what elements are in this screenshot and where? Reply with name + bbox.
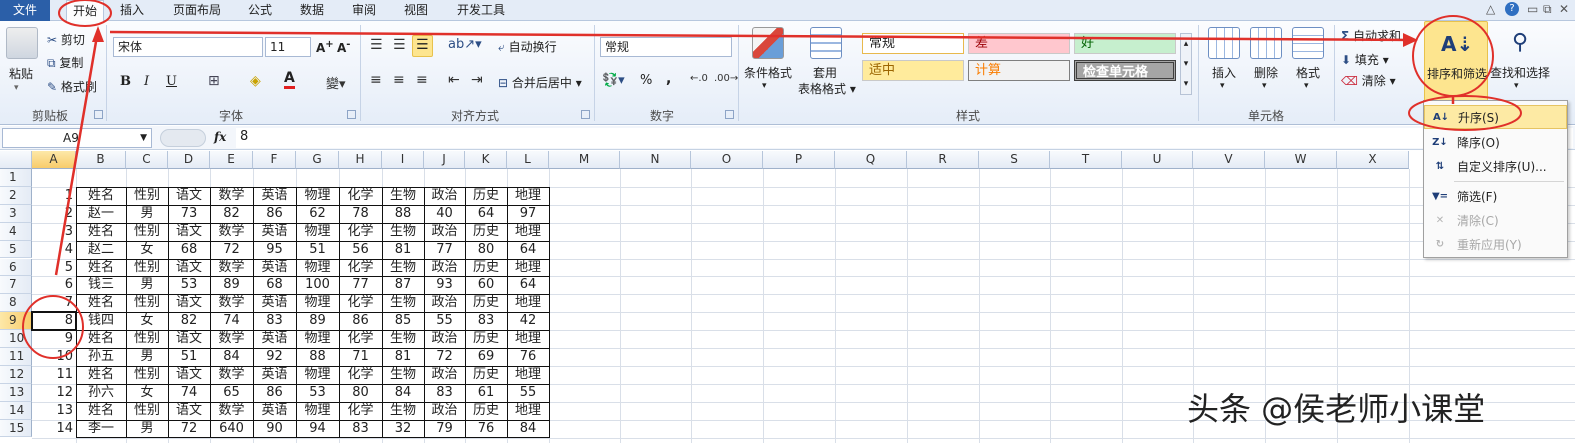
annotation-arrowhead <box>92 26 104 42</box>
annotation-circle-ascending <box>1408 95 1522 131</box>
annotation-arrow-to-sort <box>109 30 1411 42</box>
annotation-circle-home-tab <box>58 0 112 27</box>
annotation-circle-cell-a9 <box>22 295 84 359</box>
annotation-overlay <box>22 0 1522 359</box>
excel-window: 文件 开始 插入 页面布局 公式 数据 审阅 视图 开发工具 △ ? ▭ ⧉ ✕… <box>0 0 1575 443</box>
annotation-arrowhead <box>1403 33 1418 47</box>
annotation-arrow-to-home <box>54 29 100 276</box>
annotation-circle-sort-filter <box>1412 15 1494 97</box>
